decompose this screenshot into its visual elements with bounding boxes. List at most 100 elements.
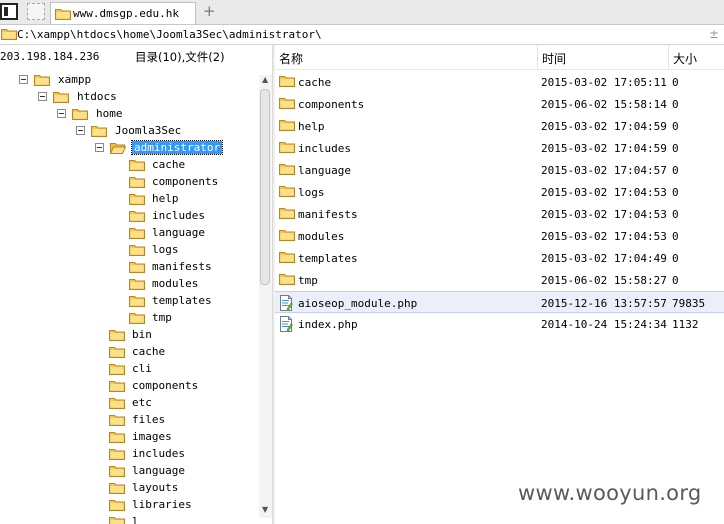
- item-count: 目录(10),文件(2): [135, 50, 225, 64]
- header-divider: [275, 69, 724, 70]
- folder-icon: [109, 481, 125, 494]
- tree-node-label: cache: [132, 345, 166, 358]
- php-file-icon: [279, 295, 293, 311]
- tree-node-label: tmp: [152, 311, 172, 324]
- tree-scrollbar[interactable]: ▲ ▼: [259, 75, 272, 518]
- row-time: 2015-03-02 17:04:59: [541, 142, 667, 155]
- row-time: 2015-03-02 17:04:49: [541, 252, 667, 265]
- row-name: templates: [298, 252, 358, 265]
- tree-node-label: language: [152, 226, 205, 239]
- path-bar: C:\xampp\htdocs\home\Joomla3Sec\administ…: [0, 25, 724, 45]
- path-input[interactable]: C:\xampp\htdocs\home\Joomla3Sec\administ…: [17, 28, 322, 41]
- folder-icon: [129, 158, 145, 171]
- table-row[interactable]: tmp 2015-06-02 15:58:27 0: [275, 269, 724, 291]
- panel-toggle-button[interactable]: [0, 3, 18, 20]
- php-file-icon: [279, 316, 293, 332]
- tree-node-label: Joomla3Sec: [115, 124, 182, 137]
- tree-node-label: logs: [152, 243, 179, 256]
- folder-icon: [279, 184, 295, 197]
- folder-icon: [279, 74, 295, 87]
- collapse-toggle-icon[interactable]: [38, 92, 47, 101]
- folder-icon: [129, 294, 145, 307]
- row-name: logs: [298, 186, 325, 199]
- folder-icon: [53, 90, 69, 103]
- folder-icon: [129, 311, 145, 324]
- row-size: 1132: [672, 318, 699, 331]
- watermark: www.wooyun.org: [518, 481, 702, 505]
- row-time: 2015-06-02 15:58:14: [541, 98, 667, 111]
- collapse-toggle-icon[interactable]: [19, 75, 28, 84]
- tree-node-label: components: [132, 379, 199, 392]
- table-row[interactable]: language 2015-03-02 17:04:57 0: [275, 159, 724, 181]
- tree-node-label: includes: [132, 447, 185, 460]
- folder-icon: [1, 29, 17, 40]
- row-name: manifests: [298, 208, 358, 221]
- table-row[interactable]: index.php 2014-10-24 15:24:34 1132: [275, 313, 724, 335]
- directory-tree-panel: 203.198.184.236 目录(10),文件(2) xampp htdocs…: [0, 45, 272, 524]
- tab-site[interactable]: www.dmsgp.edu.hk: [50, 2, 196, 24]
- row-size: 0: [672, 164, 679, 177]
- table-row[interactable]: aioseop_module.php 2015-12-16 13:57:57 798…: [275, 291, 724, 313]
- add-tab-button[interactable]: +: [203, 2, 216, 20]
- folder-icon: [109, 498, 125, 511]
- row-time: 2015-03-02 17:04:53: [541, 230, 667, 243]
- folder-icon: [129, 192, 145, 205]
- row-time: 2015-03-02 17:04:53: [541, 186, 667, 199]
- tree-node-label: layouts: [132, 481, 179, 494]
- row-time: 2015-12-16 13:57:57: [541, 297, 667, 310]
- folder-icon: [109, 515, 125, 524]
- file-list-panel: 名称 时间 大小 cache 2015-03-02 17:05:11 0 compon…: [275, 45, 724, 524]
- tree-node-label: images: [132, 430, 172, 443]
- folder-icon: [109, 464, 125, 477]
- row-size: 0: [672, 76, 679, 89]
- path-collapse-button[interactable]: ±: [709, 27, 719, 41]
- scroll-down-arrow-icon[interactable]: ▼: [262, 505, 268, 514]
- collapse-toggle-icon[interactable]: [57, 109, 66, 118]
- new-blank-tab-button[interactable]: [27, 3, 45, 20]
- folder-icon: [109, 345, 125, 358]
- table-row[interactable]: includes 2015-03-02 17:04:59 0: [275, 137, 724, 159]
- row-time: 2015-03-02 17:04:59: [541, 120, 667, 133]
- folder-icon: [129, 175, 145, 188]
- table-row[interactable]: cache 2015-03-02 17:05:11 0: [275, 71, 724, 93]
- row-name: tmp: [298, 274, 318, 287]
- tree-node-label: cache: [152, 158, 186, 171]
- tree-node-label: xampp: [58, 73, 92, 86]
- folder-icon: [109, 379, 125, 392]
- collapse-toggle-icon[interactable]: [95, 143, 104, 152]
- folder-icon: [279, 250, 295, 263]
- table-row[interactable]: components 2015-06-02 15:58:14 0: [275, 93, 724, 115]
- row-name: aioseop_module.php: [298, 297, 418, 310]
- tree-node-label: includes: [152, 209, 205, 222]
- scroll-up-arrow-icon[interactable]: ▲: [262, 75, 268, 84]
- tab-title: www.dmsgp.edu.hk: [73, 7, 179, 20]
- folder-icon: [129, 277, 145, 290]
- folder-icon: [279, 206, 295, 219]
- tree-node-label: files: [132, 413, 166, 426]
- column-header-name[interactable]: 名称: [275, 45, 538, 69]
- folder-icon: [91, 124, 107, 137]
- column-header-time-label: 时间: [542, 52, 567, 66]
- folder-icon: [109, 396, 125, 409]
- folder-icon: [129, 243, 145, 256]
- row-size: 0: [672, 208, 679, 221]
- row-time: 2015-06-02 15:58:27: [541, 274, 667, 287]
- folder-icon: [72, 107, 88, 120]
- row-name: language: [298, 164, 351, 177]
- row-size: 0: [672, 142, 679, 155]
- table-row[interactable]: manifests 2015-03-02 17:04:53 0: [275, 203, 724, 225]
- row-size: 0: [672, 98, 679, 111]
- scrollbar-thumb[interactable]: [260, 89, 270, 285]
- row-size: 79835: [672, 297, 706, 310]
- column-header-time[interactable]: 时间: [538, 45, 669, 69]
- table-row[interactable]: help 2015-03-02 17:04:59 0: [275, 115, 724, 137]
- folder-icon: [129, 226, 145, 239]
- table-row[interactable]: templates 2015-03-02 17:04:49 0: [275, 247, 724, 269]
- collapse-toggle-icon[interactable]: [76, 126, 85, 135]
- column-header-size[interactable]: 大小: [669, 45, 724, 69]
- table-row[interactable]: modules 2015-03-02 17:04:53 0: [275, 225, 724, 247]
- folder-icon: [279, 272, 295, 285]
- table-row[interactable]: logs 2015-03-02 17:04:53 0: [275, 181, 724, 203]
- folder-icon: [279, 228, 295, 241]
- tree-node-label: templates: [152, 294, 212, 307]
